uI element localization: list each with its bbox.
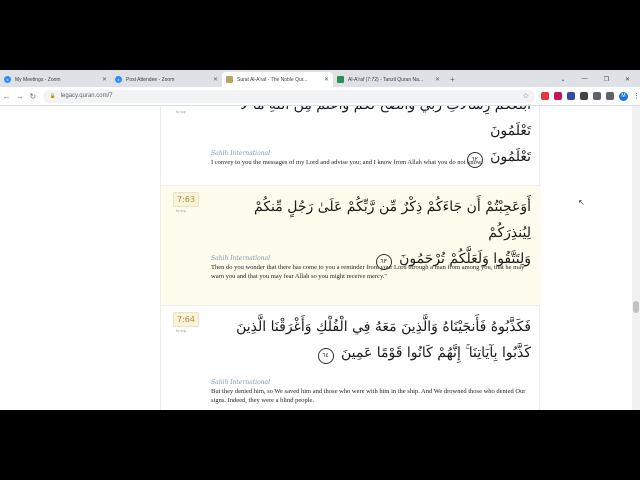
tab-title: Surat Al-A'raf - The Noble Qur... [237,76,308,83]
puzzle-icon[interactable] [592,92,601,100]
close-icon[interactable]: ✕ [102,76,107,83]
extension-icon[interactable] [553,92,562,100]
maximize-icon[interactable]: ❐ [604,76,609,83]
page-content: to top أُبَلِّغُكُمْ رِسَالَاتِ رَبِّي و… [0,106,640,410]
mouse-cursor-icon: ↖ [578,198,585,207]
verse-7-62: to top أُبَلِّغُكُمْ رِسَالَاتِ رَبِّي و… [161,106,541,186]
forward-icon[interactable]: → [13,92,26,101]
to-top-link[interactable]: to top [176,208,186,213]
verse-number-badge[interactable]: 7:63 [173,192,199,207]
translation-text: I convey to you the messages of my Lord … [211,159,483,166]
menu-dots-icon[interactable]: ⋮ [633,92,640,100]
tab-post-attendee[interactable]: z Post Attendee - Zoom ✕ [111,72,222,87]
arabic-line-1: فَكَذَّبُوهُ فَأَنجَيْنَاهُ وَالَّذِينَ … [236,319,531,335]
sidepanel-icon[interactable] [605,92,614,100]
new-tab-icon[interactable]: + [444,75,461,87]
tab-tanzil[interactable]: Al-A'raf (7:72) - Tanzil Quran Na... ✕ [333,72,444,87]
tanzil-icon [337,76,344,83]
close-icon[interactable]: ✕ [435,76,440,83]
zoom-icon: z [4,76,11,83]
ayah-number-mark: ٦٤ [317,348,334,364]
extension-icon[interactable] [579,92,588,100]
close-icon[interactable]: ✕ [213,76,218,83]
url-text: legacy.quran.com/7 [60,93,113,99]
translation-text: But they denied him, so We saved him and… [211,388,526,404]
address-bar[interactable]: 🔒 legacy.quran.com/7 ☆ [43,89,535,103]
arabic-line-1: أُبَلِّغُكُمْ رِسَالَاتِ رَبِّي وَأَنصَح… [240,106,531,139]
tab-title: My Meetings - Zoom [15,76,61,83]
translation-text: Then do you wonder that there has come t… [211,264,525,280]
tab-my-meetings[interactable]: z My Meetings - Zoom ✕ [0,72,111,87]
close-window-icon[interactable]: ✕ [625,76,630,83]
scrollbar[interactable] [632,106,640,410]
to-top-link[interactable]: to top [176,109,186,114]
quran-icon [226,76,233,83]
scrollbar-thumb[interactable] [633,301,639,313]
tab-title: Al-A'raf (7:72) - Tanzil Quran Na... [348,76,424,83]
verse-7-63: 7:63 to top أَوَعَجِبْتُمْ أَن جَاءَكُمْ… [161,186,541,306]
tab-surat-al-araf[interactable]: Surat Al-A'raf - The Noble Qur... ✕ [222,72,333,87]
translator-name: Sahih International [211,379,271,386]
verse-list: to top أُبَلِّغُكُمْ رِسَالَاتِ رَبِّي و… [160,106,541,410]
avatar[interactable]: M [618,91,628,101]
browser-toolbar: ← → ↻ 🔒 legacy.quran.com/7 ☆ M ⋮ [0,87,640,106]
chevron-down-icon[interactable]: ⌄ [561,76,566,83]
letterbox-top [0,0,640,70]
minimize-icon[interactable]: — [582,76,588,83]
window-controls: ⌄ — ❐ ✕ [561,76,640,87]
extension-icon[interactable] [566,92,575,100]
translator-name: Sahih International [211,150,271,157]
reload-icon[interactable]: ↻ [26,92,39,101]
arabic-line-2: كَذَّبُوا بِآيَاتِنَا ۚ إِنَّهُمْ كَانُو… [340,345,531,361]
browser-window: z My Meetings - Zoom ✕ z Post Attendee -… [0,70,640,410]
verse-arabic: فَكَذَّبُوهُ فَأَنجَيْنَاهُ وَالَّذِينَ … [211,314,531,366]
tab-title: Post Attendee - Zoom [126,76,175,83]
to-top-link[interactable]: to top [176,328,186,333]
tab-bar: z My Meetings - Zoom ✕ z Post Attendee -… [0,70,640,87]
letterbox-bottom [0,410,640,480]
extension-icon[interactable] [540,92,549,100]
bookmark-star-icon[interactable]: ☆ [523,92,529,100]
verse-number-badge[interactable]: 7:64 [173,312,199,327]
arabic-line-1: أَوَعَجِبْتُمْ أَن جَاءَكُمْ ذِكْرٌ مِّن… [254,199,531,241]
verse-7-64: 7:64 to top فَكَذَّبُوهُ فَأَنجَيْنَاهُ … [161,306,541,410]
lock-icon[interactable]: 🔒 [49,93,55,99]
translator-name: Sahih International [211,255,271,262]
back-icon[interactable]: ← [0,92,13,101]
zoom-icon: z [115,76,122,83]
close-icon[interactable]: ✕ [324,76,329,83]
extension-icons: M ⋮ [540,91,640,101]
